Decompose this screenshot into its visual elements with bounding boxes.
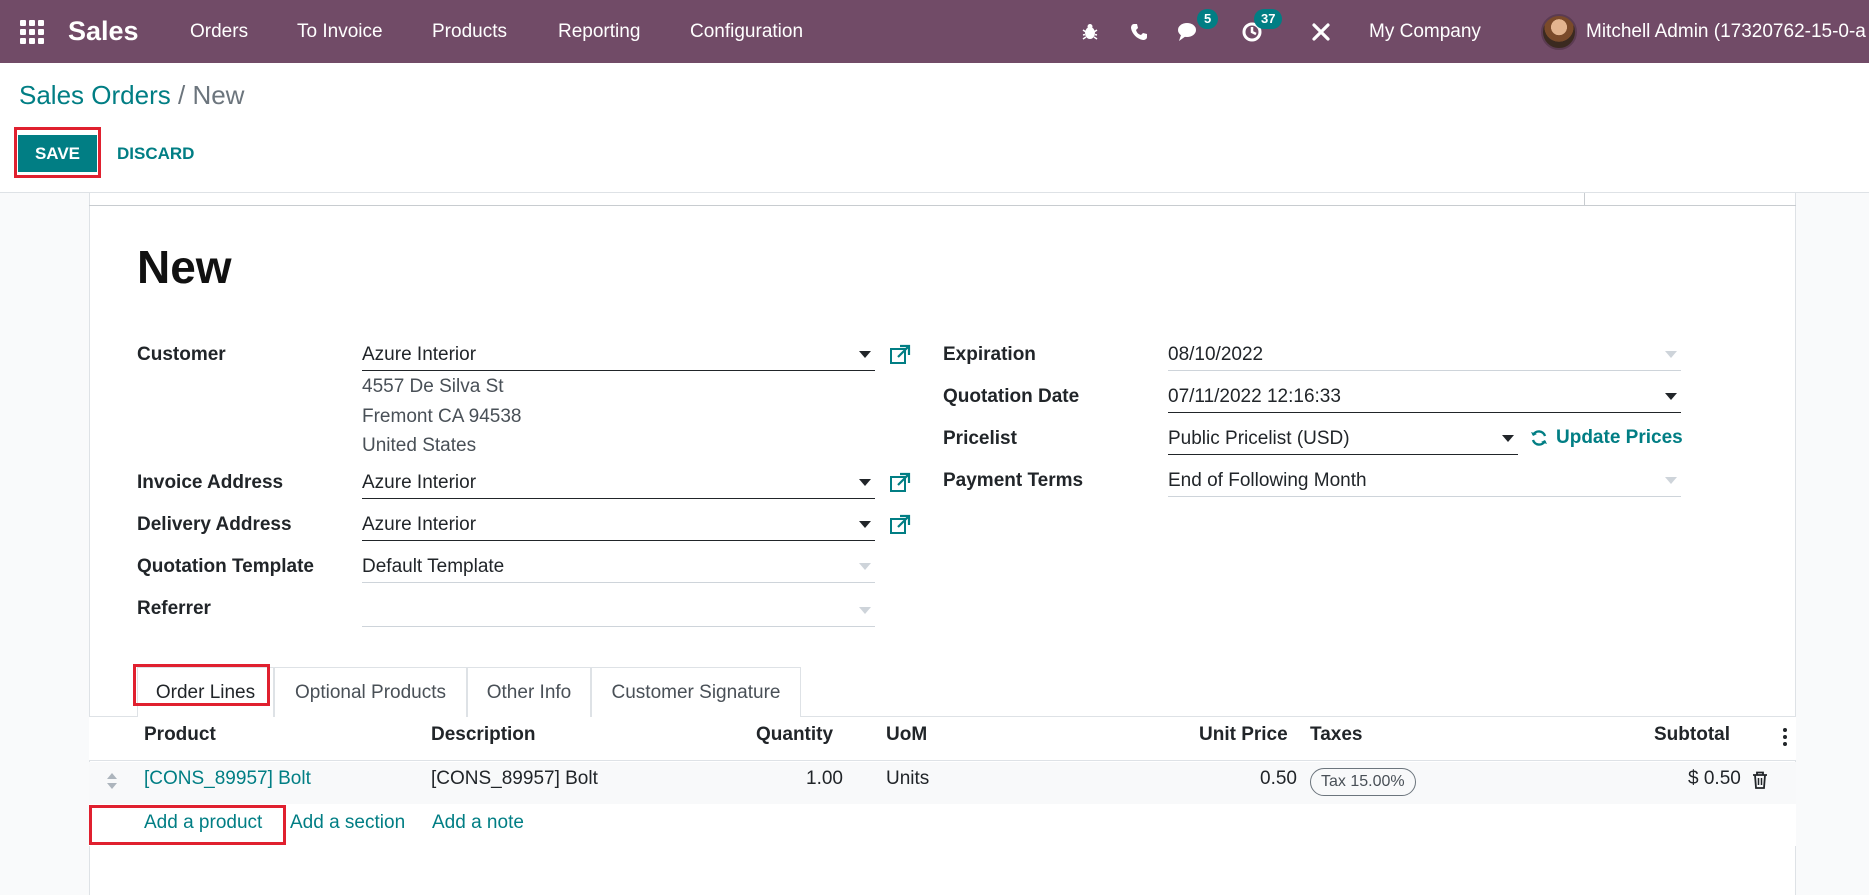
add-note-link[interactable]: Add a note bbox=[432, 812, 524, 834]
statusbar-divider bbox=[89, 205, 1796, 206]
customer-dropdown-icon[interactable] bbox=[859, 351, 871, 358]
quotation-template-label: Quotation Template bbox=[137, 556, 314, 577]
referrer-field[interactable] bbox=[362, 595, 875, 627]
invoice-address-external-link-icon[interactable] bbox=[889, 472, 911, 494]
order-lines-header bbox=[89, 717, 1796, 761]
add-section-link[interactable]: Add a section bbox=[290, 812, 405, 834]
column-unit-price[interactable]: Unit Price bbox=[1199, 724, 1288, 746]
pricelist-value: Public Pricelist (USD) bbox=[1168, 427, 1350, 449]
breadcrumb-sales-orders[interactable]: Sales Orders bbox=[19, 80, 171, 110]
invoice-address-dropdown-icon[interactable] bbox=[859, 479, 871, 486]
pricelist-field[interactable]: Public Pricelist (USD) bbox=[1168, 423, 1518, 455]
customer-external-link-icon[interactable] bbox=[889, 344, 911, 366]
quotation-date-label: Quotation Date bbox=[943, 386, 1080, 407]
payment-terms-field[interactable]: End of Following Month bbox=[1168, 465, 1681, 497]
messages-count-badge: 5 bbox=[1197, 9, 1219, 29]
column-subtotal[interactable]: Subtotal bbox=[1654, 724, 1730, 746]
control-panel bbox=[0, 63, 1869, 193]
invoice-address-label: Invoice Address bbox=[137, 472, 284, 493]
company-switcher[interactable]: My Company bbox=[1369, 0, 1481, 63]
activities-count-badge: 37 bbox=[1254, 9, 1283, 29]
delivery-address-dropdown-icon[interactable] bbox=[859, 521, 871, 528]
update-prices-label: Update Prices bbox=[1556, 427, 1683, 448]
menu-orders[interactable]: Orders bbox=[190, 0, 248, 63]
delivery-address-value: Azure Interior bbox=[362, 513, 477, 535]
payment-terms-value: End of Following Month bbox=[1168, 469, 1367, 491]
tab-order-lines[interactable]: Order Lines bbox=[137, 667, 274, 718]
customer-value: Azure Interior bbox=[362, 343, 477, 365]
phone-icon[interactable] bbox=[1127, 0, 1151, 63]
payment-terms-dropdown-icon[interactable] bbox=[1665, 477, 1677, 484]
customer-address-city: Fremont CA 94538 bbox=[362, 406, 522, 427]
drag-handle-icon[interactable] bbox=[106, 772, 118, 790]
column-description[interactable]: Description bbox=[431, 724, 536, 746]
customer-address-street: 4557 De Silva St bbox=[362, 376, 504, 397]
menu-to-invoice[interactable]: To Invoice bbox=[297, 0, 383, 63]
tools-icon[interactable] bbox=[1308, 0, 1334, 63]
menu-products[interactable]: Products bbox=[432, 0, 507, 63]
add-product-link[interactable]: Add a product bbox=[144, 812, 262, 834]
user-menu[interactable]: Mitchell Admin (17320762-15-0-a bbox=[1586, 0, 1866, 63]
expiration-dropdown-icon[interactable] bbox=[1665, 351, 1677, 358]
pricelist-dropdown-icon[interactable] bbox=[1502, 435, 1514, 442]
column-product[interactable]: Product bbox=[144, 724, 216, 746]
quotation-template-field[interactable]: Default Template bbox=[362, 551, 875, 583]
delivery-address-external-link-icon[interactable] bbox=[889, 514, 911, 536]
app-name[interactable]: Sales bbox=[68, 0, 139, 63]
column-taxes[interactable]: Taxes bbox=[1310, 724, 1362, 746]
referrer-dropdown-icon[interactable] bbox=[859, 607, 871, 614]
top-navbar: Sales Orders To Invoice Products Reporti… bbox=[0, 0, 1869, 63]
quotation-date-field[interactable]: 07/11/2022 12:16:33 bbox=[1168, 381, 1681, 413]
row-unit-price[interactable]: 0.50 bbox=[1260, 768, 1297, 790]
quotation-template-value: Default Template bbox=[362, 555, 505, 577]
expiration-value: 08/10/2022 bbox=[1168, 343, 1264, 365]
statusbar-separator bbox=[1584, 193, 1585, 205]
tab-optional-products[interactable]: Optional Products bbox=[274, 667, 467, 717]
quotation-template-dropdown-icon[interactable] bbox=[859, 563, 871, 570]
discard-button[interactable]: DISCARD bbox=[117, 135, 194, 172]
delete-trash-icon[interactable] bbox=[1752, 771, 1768, 789]
menu-configuration[interactable]: Configuration bbox=[690, 0, 803, 63]
payment-terms-label: Payment Terms bbox=[943, 470, 1084, 491]
debug-bug-icon[interactable] bbox=[1078, 0, 1102, 63]
table-row[interactable] bbox=[89, 762, 1796, 804]
breadcrumb-current: New bbox=[192, 80, 245, 110]
breadcrumb-separator: / bbox=[177, 80, 186, 110]
apps-menu-icon[interactable] bbox=[18, 0, 46, 63]
row-tax-tag[interactable]: Tax 15.00% bbox=[1310, 768, 1416, 796]
pricelist-label: Pricelist bbox=[943, 428, 1017, 449]
quotation-date-value: 07/11/2022 12:16:33 bbox=[1168, 385, 1341, 407]
row-product[interactable]: [CONS_89957] Bolt bbox=[144, 768, 311, 790]
invoice-address-value: Azure Interior bbox=[362, 471, 477, 493]
referrer-label: Referrer bbox=[137, 598, 211, 619]
record-title: New bbox=[137, 241, 232, 293]
delivery-address-field[interactable]: Azure Interior bbox=[362, 509, 875, 541]
customer-label: Customer bbox=[137, 344, 226, 365]
menu-reporting[interactable]: Reporting bbox=[558, 0, 640, 63]
row-subtotal: $ 0.50 bbox=[1688, 768, 1741, 789]
invoice-address-field[interactable]: Azure Interior bbox=[362, 467, 875, 499]
row-description[interactable]: [CONS_89957] Bolt bbox=[431, 768, 598, 790]
delivery-address-label: Delivery Address bbox=[137, 514, 292, 535]
breadcrumb: Sales Orders / New bbox=[19, 80, 244, 111]
user-avatar[interactable] bbox=[1540, 0, 1578, 63]
customer-field[interactable]: Azure Interior bbox=[362, 339, 875, 371]
expiration-label: Expiration bbox=[943, 344, 1036, 365]
update-prices-button[interactable]: Update Prices bbox=[1530, 427, 1683, 449]
tab-other-info[interactable]: Other Info bbox=[467, 667, 591, 717]
messages-icon[interactable] bbox=[1175, 0, 1203, 63]
quotation-date-dropdown-icon[interactable] bbox=[1665, 393, 1677, 400]
row-uom[interactable]: Units bbox=[886, 768, 929, 790]
refresh-icon bbox=[1531, 430, 1547, 446]
column-uom[interactable]: UoM bbox=[886, 724, 927, 746]
expiration-field[interactable]: 08/10/2022 bbox=[1168, 339, 1681, 371]
customer-address-country: United States bbox=[362, 435, 477, 456]
row-quantity[interactable]: 1.00 bbox=[806, 768, 843, 790]
tab-customer-signature[interactable]: Customer Signature bbox=[591, 667, 801, 717]
save-button[interactable]: SAVE bbox=[18, 135, 97, 172]
optional-columns-menu-icon[interactable] bbox=[1783, 728, 1787, 749]
column-quantity[interactable]: Quantity bbox=[756, 724, 833, 746]
